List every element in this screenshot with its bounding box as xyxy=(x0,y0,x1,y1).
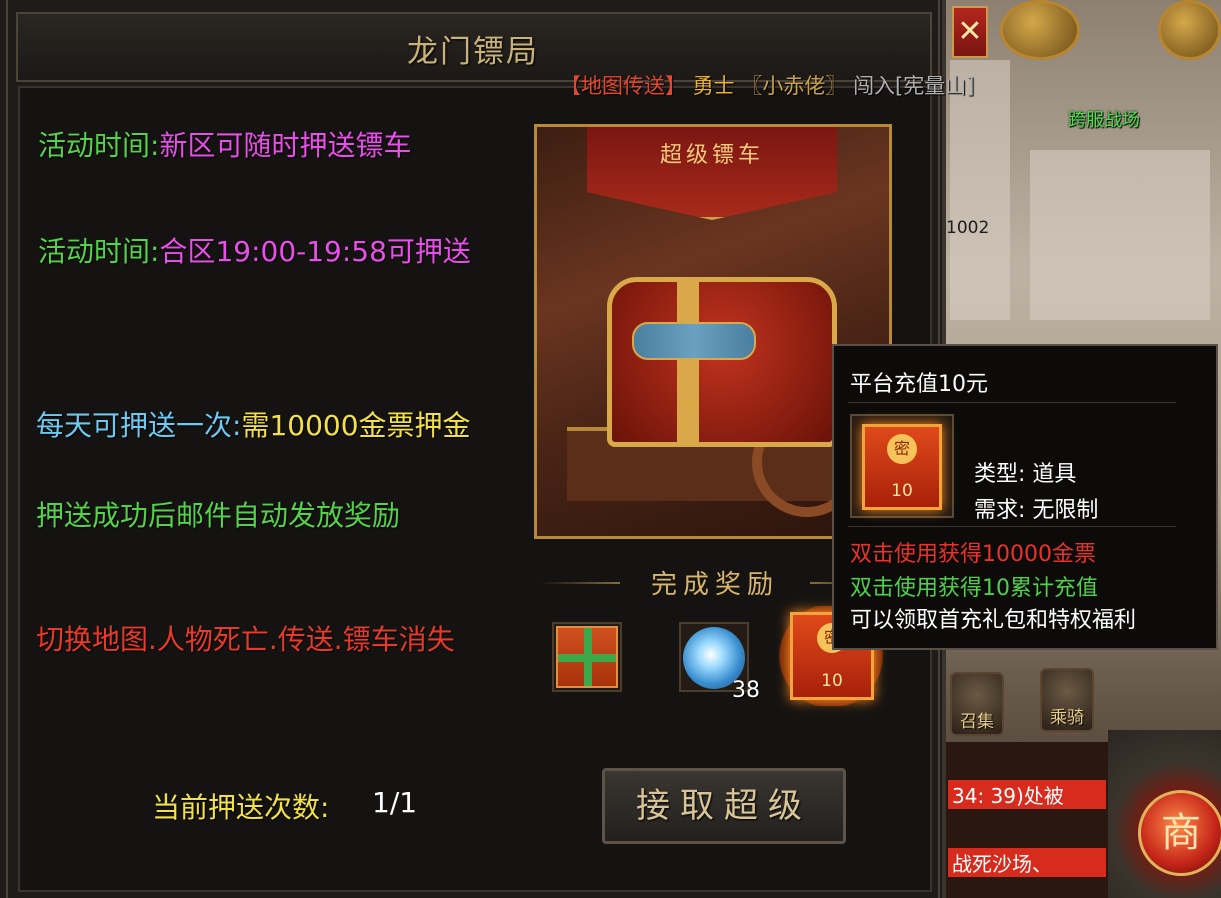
tooltip-effect-recharge: 双击使用获得10累计充值 xyxy=(850,576,1098,601)
system-broadcast: 【地图传送】 勇士 〖小赤佬〗 闯入[宪量山] xyxy=(560,70,974,100)
mount-button[interactable]: 乘骑 xyxy=(1040,668,1094,732)
summon-label: 召集 xyxy=(960,712,994,732)
broadcast-part: 【地图传送】 xyxy=(560,74,686,98)
panel-title: 龙门镖局 xyxy=(407,34,539,70)
red-card-icon: 密 10 xyxy=(862,424,942,510)
shop-icon[interactable]: 商 xyxy=(1138,790,1221,876)
gong-icon[interactable] xyxy=(1158,0,1221,60)
info-value: 合区19:00-19:58可押送 xyxy=(159,235,471,268)
close-button[interactable]: ✕ xyxy=(952,6,988,58)
summon-button[interactable]: 召集 xyxy=(950,672,1004,736)
broadcast-part: 勇士 xyxy=(692,74,735,98)
info-line-warning: 切换地图.人物死亡.传送.镖车消失 xyxy=(36,623,455,656)
info-value: 需10000金票押金 xyxy=(241,409,471,442)
scroll-icon xyxy=(632,322,756,360)
info-line-new-server: 活动时间:新区可随时押送镖车 xyxy=(38,124,411,164)
info-label: 每天可押送一次: xyxy=(36,409,242,442)
tooltip-type: 类型: 道具 xyxy=(974,462,1077,487)
info-line-daily-limit: 每天可押送一次:需10000金票押金 xyxy=(36,404,471,444)
divider xyxy=(848,526,1176,527)
broadcast-part: 〖小赤佬〗 xyxy=(741,74,847,98)
stone-floor xyxy=(1030,150,1210,320)
gift-box-icon[interactable] xyxy=(556,626,618,688)
info-line-merged-server: 活动时间:合区19:00-19:58可押送 xyxy=(38,230,471,270)
cart-banner-text: 超级镖车 xyxy=(659,143,764,168)
info-line-reward-mail: 押送成功后邮件自动发放奖励 xyxy=(36,499,401,532)
chest-band xyxy=(677,277,699,447)
card-amount: 10 xyxy=(821,671,843,691)
chat-line: 34: 39)处被 xyxy=(948,780,1106,809)
broadcast-part: 闯入[宪量山] xyxy=(853,74,975,98)
mount-label: 乘骑 xyxy=(1050,708,1084,728)
tooltip-icon-frame: 密 10 xyxy=(850,414,954,518)
item-tooltip: 平台充值10元 密 10 类型: 道具 需求: 无限制 双击使用获得10000金… xyxy=(832,344,1218,650)
tooltip-effect-gold: 双击使用获得10000金票 xyxy=(850,542,1096,567)
info-label: 活动时间: xyxy=(38,235,160,268)
info-label: 活动时间: xyxy=(38,129,160,162)
emblem-icon[interactable] xyxy=(1000,0,1080,60)
map-number: 1002 xyxy=(946,218,990,238)
ribbon xyxy=(558,654,616,662)
seal-icon: 密 xyxy=(887,434,917,465)
chat-line: 战死沙场、 xyxy=(948,848,1106,877)
card-amount: 10 xyxy=(891,481,913,501)
escort-count-label: 当前押送次数: xyxy=(152,791,330,824)
info-value: 新区可随时押送镖车 xyxy=(159,129,412,162)
treasure-chest xyxy=(607,277,837,447)
orb-count: 38 xyxy=(732,678,760,703)
tooltip-requirement: 需求: 无限制 xyxy=(974,498,1099,523)
tooltip-title: 平台充值10元 xyxy=(850,372,988,397)
tooltip-effect-benefit: 可以领取首充礼包和特权福利 xyxy=(850,608,1137,633)
escort-panel: 龙门镖局 活动时间:新区可随时押送镖车 活动时间:合区19:00-19:58可押… xyxy=(0,0,946,898)
world-label-cross-server[interactable]: 跨服战场 xyxy=(1068,106,1140,132)
divider xyxy=(848,402,1176,403)
escort-count-value: 1/1 xyxy=(372,786,418,819)
accept-super-escort-button[interactable]: 接取超级 xyxy=(602,768,846,844)
